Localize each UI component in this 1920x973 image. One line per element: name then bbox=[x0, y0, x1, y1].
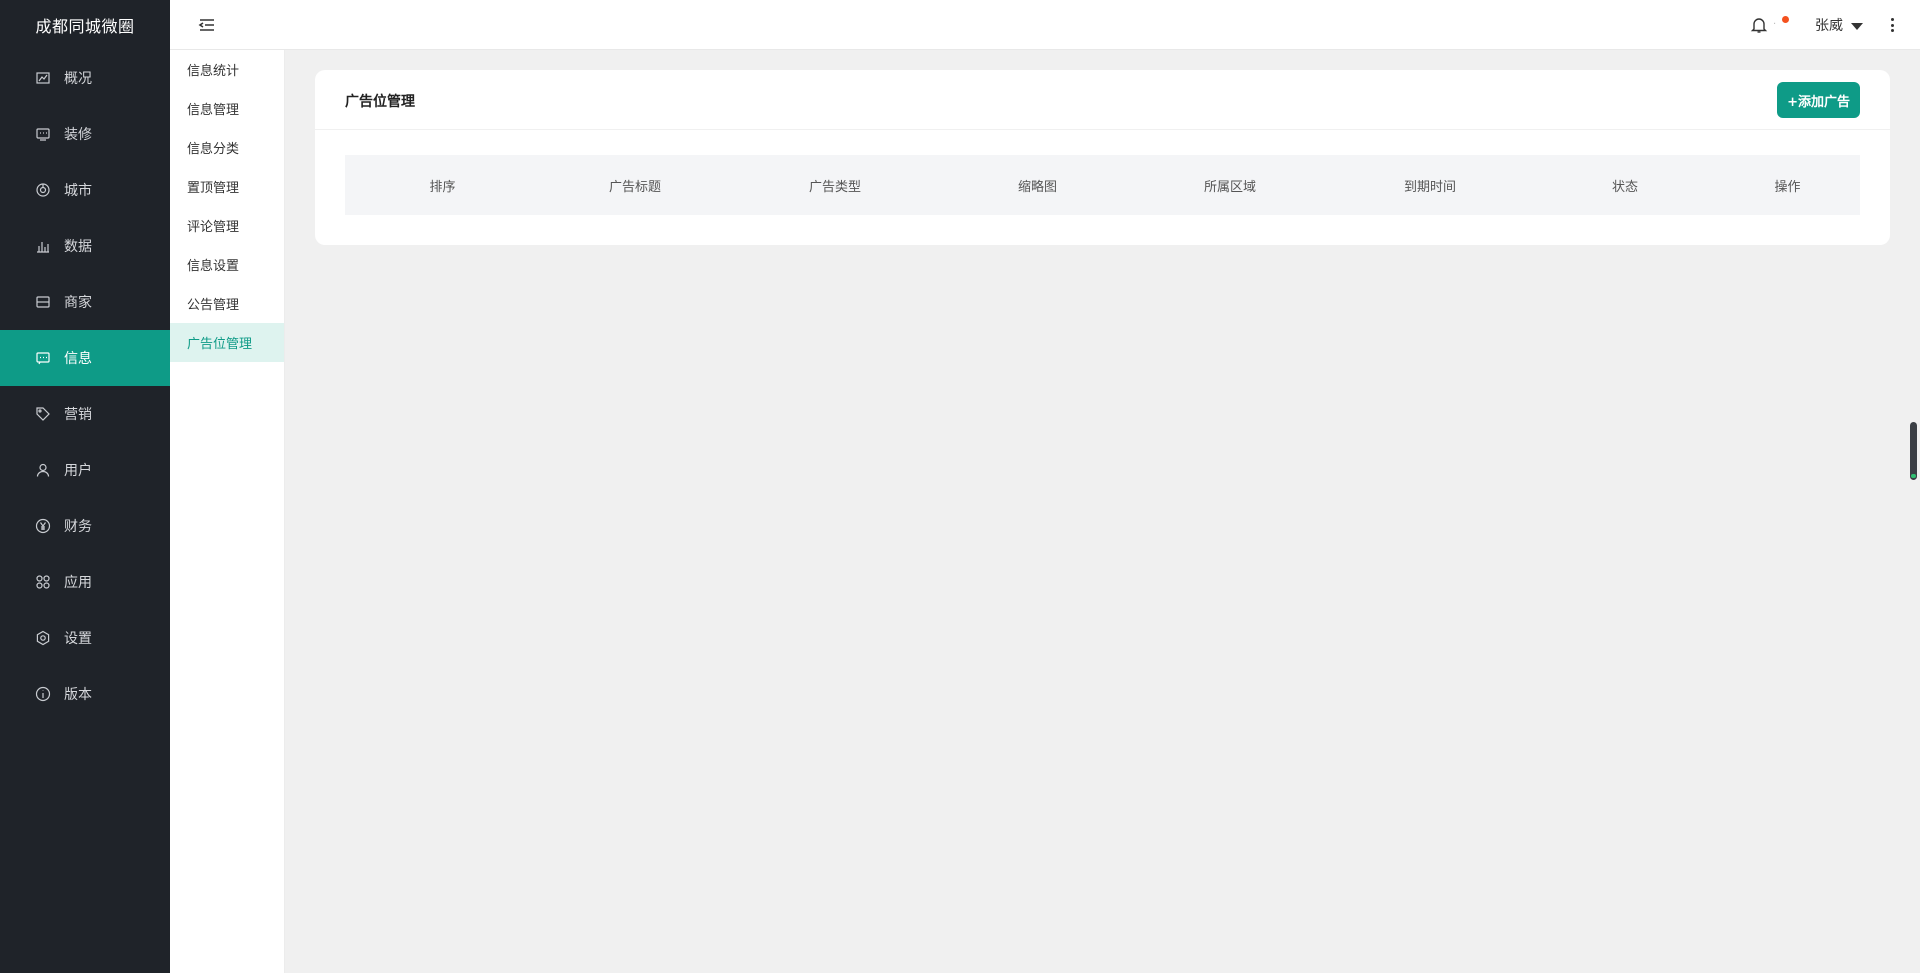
nav-label: 商家 bbox=[64, 295, 92, 311]
column-header-sort[interactable]: 排序 bbox=[345, 176, 540, 195]
submenu-item-info-settings[interactable]: 信息设置 bbox=[170, 245, 284, 284]
submenu-item-info-category[interactable]: 信息分类 bbox=[170, 128, 284, 167]
bell-separator: · bbox=[1773, 19, 1777, 30]
ad-management-card: 广告位管理 +添加广告 排序 广告标题 广告类型 缩略图 所属区域 到期时间 状… bbox=[315, 70, 1890, 245]
nav-item-settings[interactable]: 设置 bbox=[0, 610, 170, 666]
city-icon bbox=[34, 181, 52, 199]
column-header-ad-type[interactable]: 广告类型 bbox=[730, 176, 940, 195]
nav-item-apps[interactable]: 应用 bbox=[0, 554, 170, 610]
overview-icon bbox=[34, 69, 52, 87]
top-header: · 张威 bbox=[170, 0, 1920, 50]
column-header-actions[interactable]: 操作 bbox=[1715, 176, 1860, 195]
bell-icon[interactable] bbox=[1750, 16, 1768, 34]
column-header-ad-title[interactable]: 广告标题 bbox=[540, 176, 730, 195]
nav-item-finance[interactable]: 财务 bbox=[0, 498, 170, 554]
more-vertical-icon[interactable] bbox=[1887, 15, 1897, 35]
submenu-item-comment-manage[interactable]: 评论管理 bbox=[170, 206, 284, 245]
menu-collapse-icon[interactable] bbox=[197, 16, 217, 34]
card-header: 广告位管理 +添加广告 bbox=[315, 70, 1890, 130]
column-header-region[interactable]: 所属区域 bbox=[1135, 176, 1325, 195]
brand-title: 成都同城微圈 bbox=[35, 17, 135, 36]
message-icon bbox=[34, 349, 52, 367]
nav-label: 应用 bbox=[64, 575, 92, 591]
nav-label: 信息 bbox=[64, 351, 92, 367]
data-chart-icon bbox=[34, 237, 52, 255]
scrollbar-thumb[interactable] bbox=[1910, 422, 1917, 480]
page-title: 广告位管理 bbox=[345, 94, 415, 110]
submenu-item-ad-manage[interactable]: 广告位管理 bbox=[170, 323, 284, 362]
notification-dot bbox=[1782, 16, 1789, 23]
nav-item-overview[interactable]: 概况 bbox=[0, 50, 170, 106]
nav-label: 设置 bbox=[64, 631, 92, 647]
submenu-item-notice-manage[interactable]: 公告管理 bbox=[170, 284, 284, 323]
nav-label: 数据 bbox=[64, 239, 92, 255]
sub-menu: 信息统计 信息管理 信息分类 置顶管理 评论管理 信息设置 公告管理 广告位管理 bbox=[170, 50, 285, 973]
submenu-item-pin-manage[interactable]: 置顶管理 bbox=[170, 167, 284, 206]
nav-item-merchant[interactable]: 商家 bbox=[0, 274, 170, 330]
nav-item-decoration[interactable]: 装修 bbox=[0, 106, 170, 162]
user-name: 张威 bbox=[1815, 18, 1843, 34]
add-ad-button[interactable]: +添加广告 bbox=[1777, 82, 1860, 118]
apps-icon bbox=[34, 573, 52, 591]
nav-label: 版本 bbox=[64, 687, 92, 703]
yen-icon bbox=[34, 517, 52, 535]
user-icon bbox=[34, 461, 52, 479]
merchant-icon bbox=[34, 293, 52, 311]
column-header-expire-time[interactable]: 到期时间 bbox=[1325, 176, 1535, 195]
info-icon bbox=[34, 685, 52, 703]
nav-label: 装修 bbox=[64, 127, 92, 143]
nav-label: 财务 bbox=[64, 519, 92, 535]
nav-label: 用户 bbox=[64, 463, 92, 479]
nav-item-city[interactable]: 城市 bbox=[0, 162, 170, 218]
nav-item-marketing[interactable]: 营销 bbox=[0, 386, 170, 442]
nav-item-user[interactable]: 用户 bbox=[0, 442, 170, 498]
settings-icon bbox=[34, 629, 52, 647]
nav-item-version[interactable]: 版本 bbox=[0, 666, 170, 722]
nav-label: 城市 bbox=[64, 183, 92, 199]
column-header-status[interactable]: 状态 bbox=[1535, 176, 1715, 195]
nav-label: 概况 bbox=[64, 71, 92, 87]
column-header-thumbnail[interactable]: 缩略图 bbox=[940, 176, 1135, 195]
decoration-icon bbox=[34, 125, 52, 143]
user-menu[interactable]: 张威 bbox=[1815, 15, 1863, 35]
nav-item-data[interactable]: 数据 bbox=[0, 218, 170, 274]
nav-item-message[interactable]: 信息 bbox=[0, 330, 170, 386]
submenu-item-info-manage[interactable]: 信息管理 bbox=[170, 89, 284, 128]
nav-label: 营销 bbox=[64, 407, 92, 423]
tag-icon bbox=[34, 405, 52, 423]
caret-down-icon bbox=[1851, 22, 1863, 30]
main-sidebar: 成都同城微圈 概况 装修 城市 数据 商家 信息 营销 用户 财务 应用 设置 … bbox=[0, 0, 170, 973]
submenu-item-info-stats[interactable]: 信息统计 bbox=[170, 50, 284, 89]
table-header: 排序 广告标题 广告类型 缩略图 所属区域 到期时间 状态 操作 bbox=[345, 155, 1860, 215]
